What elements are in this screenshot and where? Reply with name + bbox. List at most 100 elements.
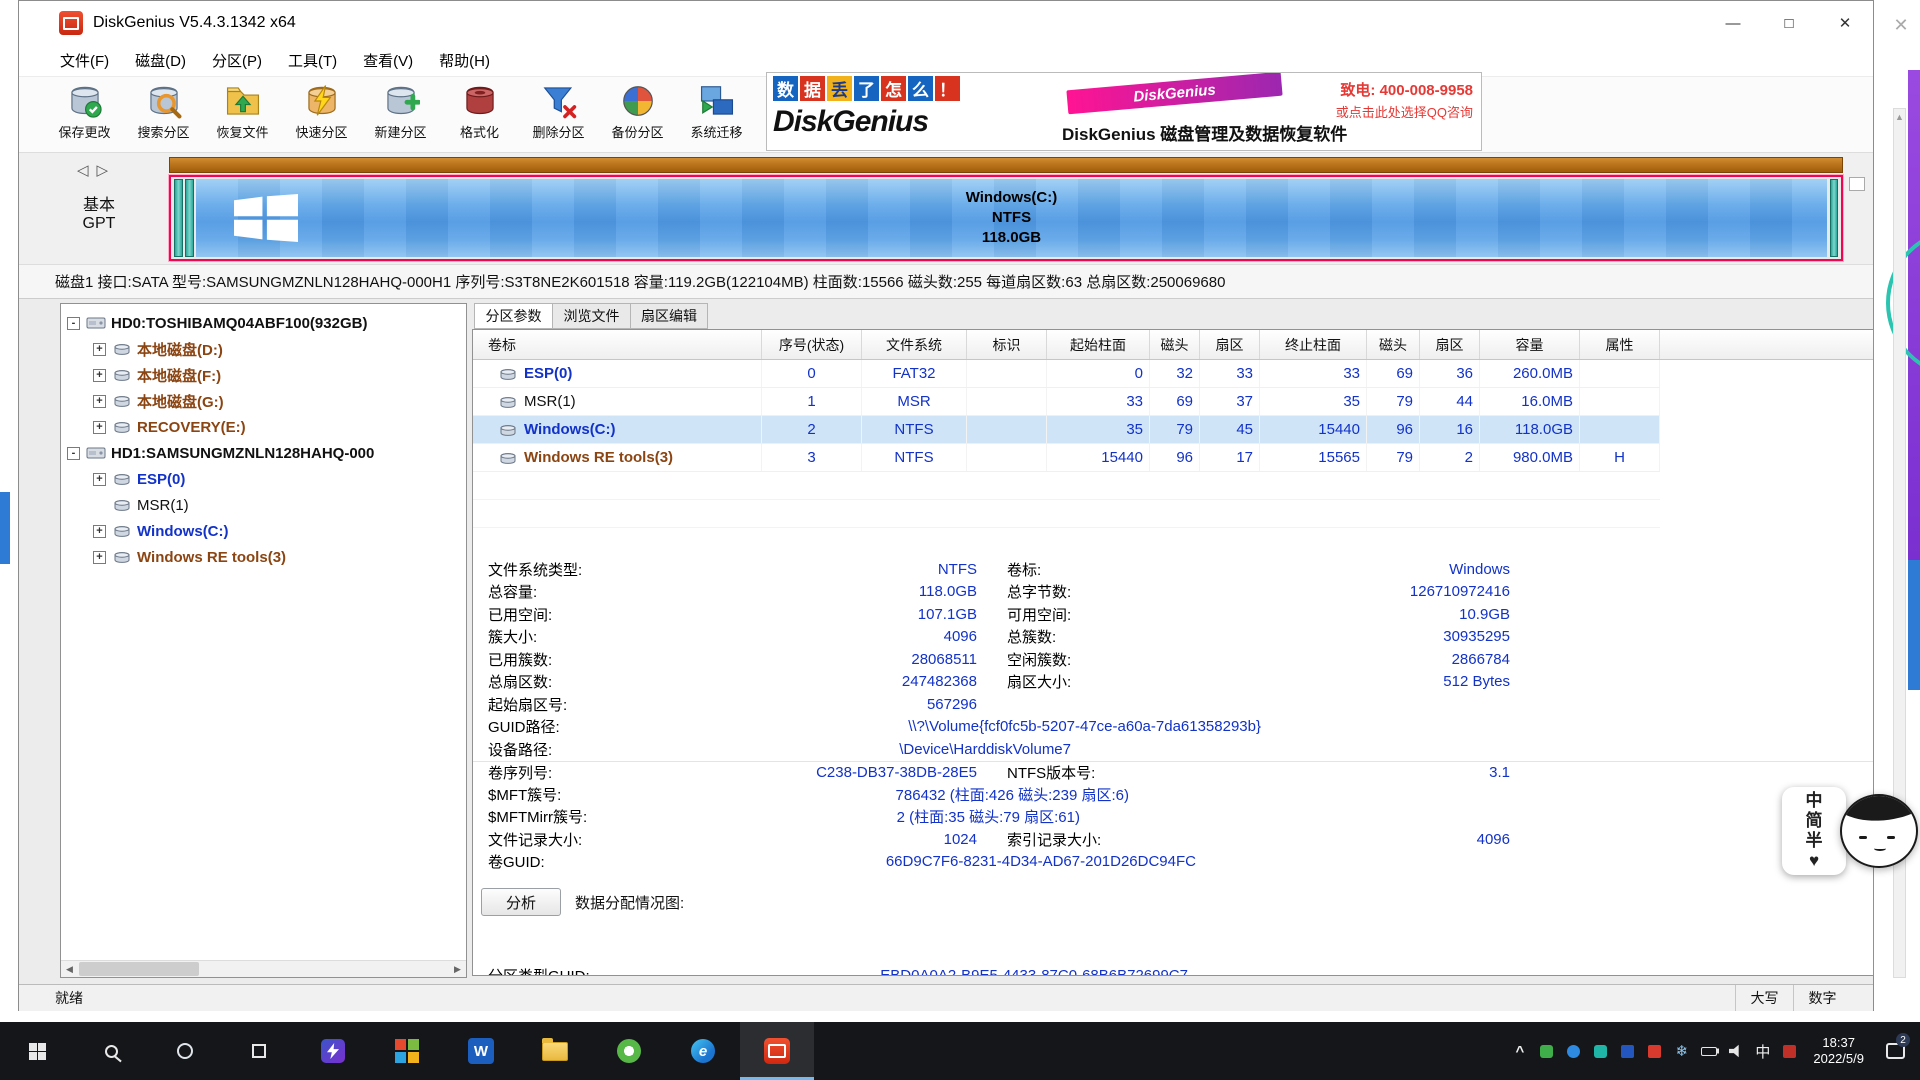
column-header[interactable]: 卷标: [473, 330, 762, 359]
browser-app[interactable]: [592, 1022, 666, 1080]
detail-tab[interactable]: 浏览文件: [552, 303, 630, 329]
partition-row[interactable]: Windows RE tools(3) 3 NTFS 15440 96 17 1…: [473, 444, 1660, 472]
tray-icon-4[interactable]: [1614, 1029, 1641, 1073]
column-header[interactable]: 扇区: [1200, 330, 1260, 359]
taskbar-clock[interactable]: 18:37 2022/5/9: [1803, 1035, 1874, 1067]
toolbar-button[interactable]: 格式化: [440, 80, 519, 150]
word-app[interactable]: W: [444, 1022, 518, 1080]
analyze-button[interactable]: 分析: [481, 888, 561, 916]
tree-expander[interactable]: +: [93, 421, 106, 434]
diskgenius-app[interactable]: [740, 1022, 814, 1080]
toolbar-button[interactable]: 系统迁移: [677, 80, 756, 150]
column-header[interactable]: 序号(状态): [762, 330, 862, 359]
tree-item[interactable]: + 本地磁盘(F:): [61, 362, 466, 388]
tree-expander[interactable]: -: [67, 317, 80, 330]
column-header[interactable]: 磁头: [1150, 330, 1200, 359]
partition-block-re-tools[interactable]: [1830, 179, 1838, 257]
promo-banner[interactable]: 数据丢了怎么！ DiskGenius DiskGenius 致电: 400-00…: [766, 72, 1482, 151]
toolbar-button[interactable]: 保存更改: [45, 80, 124, 150]
column-header[interactable]: 标识: [967, 330, 1047, 359]
volume-icon[interactable]: [1722, 1029, 1749, 1073]
detail-tab[interactable]: 扇区编辑: [630, 303, 708, 329]
tray-icon-5[interactable]: [1641, 1029, 1668, 1073]
edge-app[interactable]: e: [666, 1022, 740, 1080]
promo-qq-link[interactable]: 或点击此处选择QQ咨询: [1336, 102, 1473, 121]
start-button[interactable]: [0, 1022, 74, 1080]
toolbar-button[interactable]: 新建分区: [361, 80, 440, 150]
partition-block-windows[interactable]: Windows(C:) NTFS 118.0GB: [196, 179, 1827, 257]
tree-item[interactable]: + Windows RE tools(3): [61, 544, 466, 570]
column-header[interactable]: 起始柱面: [1047, 330, 1150, 359]
toolbar-button[interactable]: 删除分区: [519, 80, 598, 150]
partition-row[interactable]: MSR(1) 1 MSR 33 69 37 35 79 44: [473, 388, 1660, 416]
tree-expander[interactable]: +: [93, 551, 106, 564]
detail-row: 起始扇区号: 567296: [473, 693, 1873, 716]
tree-item[interactable]: - HD1:SAMSUNGMZNLN128HAHQ-000: [61, 440, 466, 466]
column-header[interactable]: 终止柱面: [1260, 330, 1367, 359]
column-header[interactable]: 属性: [1580, 330, 1660, 359]
pinned-app-1[interactable]: [296, 1022, 370, 1080]
disk-bar-scroll-button[interactable]: [1849, 177, 1865, 191]
scroll-right-icon[interactable]: ▶: [449, 961, 466, 977]
menu-item[interactable]: 查看(V): [350, 50, 426, 71]
promo-phone[interactable]: 致电: 400-008-9958: [1340, 79, 1473, 100]
action-center-button[interactable]: 2: [1874, 1043, 1916, 1059]
scroll-up-arrow-icon[interactable]: ▲: [1895, 112, 1904, 122]
minimize-button[interactable]: —: [1705, 1, 1761, 45]
store-app[interactable]: [370, 1022, 444, 1080]
tree-item[interactable]: - HD0:TOSHIBAMQ04ABF100(932GB): [61, 310, 466, 336]
toolbar-button[interactable]: 搜索分区: [124, 80, 203, 150]
tray-icon-3[interactable]: [1587, 1029, 1614, 1073]
toolbar-button[interactable]: 恢复文件: [203, 80, 282, 150]
tree-item[interactable]: + RECOVERY(E:): [61, 414, 466, 440]
partition-row[interactable]: ESP(0) 0 FAT32 0 32 33 33 69 36: [473, 360, 1660, 388]
toolbar-button[interactable]: 备份分区: [598, 80, 677, 150]
tree-expander[interactable]: +: [93, 473, 106, 486]
menu-item[interactable]: 帮助(H): [426, 50, 503, 71]
tray-icon-1[interactable]: [1533, 1029, 1560, 1073]
tree-item[interactable]: + Windows(C:): [61, 518, 466, 544]
column-header[interactable]: 磁头: [1367, 330, 1420, 359]
tree-expander[interactable]: +: [93, 525, 106, 538]
snowflake-icon[interactable]: ❄: [1668, 1029, 1695, 1073]
maximize-button[interactable]: □: [1761, 1, 1817, 45]
tray-icon-6[interactable]: [1776, 1029, 1803, 1073]
battery-icon[interactable]: [1695, 1029, 1722, 1073]
column-header[interactable]: 扇区: [1420, 330, 1480, 359]
ime-indicator[interactable]: 中: [1749, 1029, 1776, 1073]
tree-horizontal-scrollbar[interactable]: ◀ ▶: [61, 960, 466, 977]
column-header[interactable]: 文件系统: [862, 330, 967, 359]
file-explorer-app[interactable]: [518, 1022, 592, 1080]
close-button[interactable]: ✕: [1817, 1, 1873, 45]
column-header[interactable]: 容量: [1480, 330, 1580, 359]
titlebar[interactable]: DiskGenius V5.4.3.1342 x64 — □ ✕: [19, 1, 1873, 45]
toolbar-button[interactable]: 快速分区: [282, 80, 361, 150]
tree-item[interactable]: + 本地磁盘(G:): [61, 388, 466, 414]
cortana-button[interactable]: [148, 1022, 222, 1080]
scroll-left-icon[interactable]: ◀: [61, 961, 78, 977]
partition-block-esp[interactable]: [174, 179, 183, 257]
tree-expander[interactable]: +: [93, 369, 106, 382]
partition-row[interactable]: Windows(C:) 2 NTFS 35 79 45 15440 96 1: [473, 416, 1660, 444]
task-view-button[interactable]: [222, 1022, 296, 1080]
search-button[interactable]: [74, 1022, 148, 1080]
scrollbar-thumb[interactable]: [79, 962, 199, 976]
partition-block-msr[interactable]: [185, 179, 194, 257]
menu-item[interactable]: 磁盘(D): [122, 50, 199, 71]
hidden-icons-chevron[interactable]: ^: [1506, 1029, 1533, 1073]
ime-status-widget[interactable]: 中简半♥: [1782, 787, 1918, 875]
background-window-close-icon[interactable]: ✕: [1884, 10, 1918, 40]
menu-item[interactable]: 文件(F): [47, 50, 122, 71]
menu-item[interactable]: 分区(P): [199, 50, 275, 71]
tree-item[interactable]: MSR(1): [61, 492, 466, 518]
detail-tab[interactable]: 分区参数: [474, 303, 552, 329]
ime-mode-box[interactable]: 中简半♥: [1782, 787, 1846, 875]
disk-nav-arrows[interactable]: ◁▷: [77, 161, 116, 179]
tree-expander[interactable]: +: [93, 343, 106, 356]
tree-expander[interactable]: -: [67, 447, 80, 460]
tree-item[interactable]: + ESP(0): [61, 466, 466, 492]
tree-expander[interactable]: +: [93, 395, 106, 408]
menu-item[interactable]: 工具(T): [275, 50, 350, 71]
tray-icon-2[interactable]: [1560, 1029, 1587, 1073]
tree-item[interactable]: + 本地磁盘(D:): [61, 336, 466, 362]
